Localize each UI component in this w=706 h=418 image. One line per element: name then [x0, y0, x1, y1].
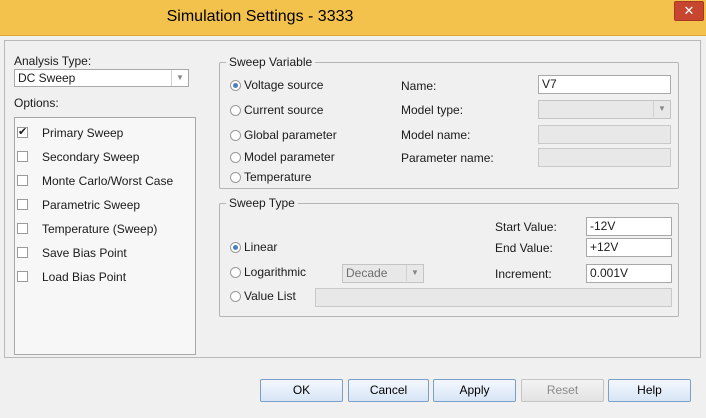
radio-button[interactable] [230, 80, 241, 91]
sweep-type-group: Sweep Type Start Value: -12V Linear End … [219, 196, 679, 317]
radio-button[interactable] [230, 242, 241, 253]
sweep-variable-title: Sweep Variable [226, 55, 316, 69]
option-checkbox[interactable] [17, 151, 28, 162]
option-checkbox[interactable] [17, 247, 28, 258]
option-checkbox[interactable] [17, 199, 28, 210]
model-type-select[interactable]: ▼ [538, 100, 671, 119]
option-checkbox[interactable] [17, 271, 28, 282]
analysis-type-label: Analysis Type: [14, 54, 92, 68]
close-button[interactable]: ✕ [674, 1, 704, 21]
sweep-type-title: Sweep Type [226, 196, 298, 210]
option-secondary-sweep[interactable]: Secondary Sweep [15, 148, 195, 168]
log-scale-select[interactable]: Decade ▼ [342, 264, 424, 283]
analysis-type-value: DC Sweep [18, 71, 76, 85]
radio-button[interactable] [230, 172, 241, 183]
chevron-down-icon[interactable]: ▼ [406, 265, 423, 281]
parameter-name-input[interactable] [538, 148, 671, 167]
option-parametric-sweep[interactable]: Parametric Sweep [15, 196, 195, 216]
options-label: Options: [14, 96, 59, 110]
options-list: ✔ Primary Sweep Secondary Sweep Monte Ca… [14, 117, 196, 355]
apply-button[interactable]: Apply [433, 379, 516, 402]
parameter-name-label: Parameter name: [401, 151, 494, 165]
option-label: Temperature (Sweep) [42, 222, 158, 236]
close-icon: ✕ [683, 3, 695, 18]
sweep-variable-group: Sweep Variable Voltage source Current so… [219, 55, 679, 189]
name-label: Name: [401, 79, 437, 93]
option-label: Load Bias Point [42, 270, 127, 284]
chevron-down-icon[interactable]: ▼ [653, 101, 670, 117]
radio-button[interactable] [230, 152, 241, 163]
radio-label: Model parameter [244, 150, 335, 164]
reset-button[interactable]: Reset [521, 379, 604, 402]
option-label: Primary Sweep [42, 126, 124, 140]
option-checkbox[interactable]: ✔ [17, 127, 28, 138]
option-save-bias-point[interactable]: Save Bias Point [15, 244, 195, 264]
option-temperature-sweep[interactable]: Temperature (Sweep) [15, 220, 195, 240]
model-name-input[interactable] [538, 125, 671, 144]
option-primary-sweep[interactable]: ✔ Primary Sweep [15, 124, 195, 144]
window-title: Simulation Settings - 3333 [166, 8, 354, 25]
help-button[interactable]: Help [608, 379, 691, 402]
option-checkbox[interactable] [17, 223, 28, 234]
start-value-input[interactable]: -12V [586, 217, 672, 236]
radio-label: Global parameter [244, 128, 337, 142]
end-value-label: End Value: [495, 241, 553, 255]
radio-label: Voltage source [244, 78, 324, 92]
model-name-label: Model name: [401, 128, 471, 142]
increment-label: Increment: [495, 267, 552, 281]
name-input[interactable]: V7 [538, 75, 671, 94]
ok-button[interactable]: OK [260, 379, 343, 402]
start-value-label: Start Value: [495, 220, 557, 234]
end-value-input[interactable]: +12V [586, 238, 672, 257]
option-label: Secondary Sweep [42, 150, 140, 164]
radio-button[interactable] [230, 105, 241, 116]
option-checkbox[interactable] [17, 175, 28, 186]
increment-input[interactable]: 0.001V [586, 264, 672, 283]
radio-button[interactable] [230, 130, 241, 141]
cancel-button[interactable]: Cancel [348, 379, 429, 402]
model-type-label: Model type: [401, 103, 464, 117]
radio-label: Current source [244, 103, 324, 117]
dialog-body: Analysis Type: DC Sweep ▼ Options: ✔ Pri… [4, 40, 701, 358]
radio-button[interactable] [230, 267, 241, 278]
log-scale-value: Decade [346, 266, 388, 280]
option-monte-carlo[interactable]: Monte Carlo/Worst Case [15, 172, 195, 192]
option-label: Save Bias Point [42, 246, 127, 260]
radio-label: Value List [244, 289, 296, 303]
radio-label: Temperature [244, 170, 312, 184]
radio-label: Logarithmic [244, 265, 307, 279]
title-bar[interactable]: Simulation Settings - 3333 ✕ [0, 0, 706, 36]
option-load-bias-point[interactable]: Load Bias Point [15, 268, 195, 288]
radio-label: Linear [244, 240, 278, 254]
radio-button[interactable] [230, 291, 241, 302]
analysis-type-select[interactable]: DC Sweep ▼ [14, 69, 189, 87]
value-list-input[interactable] [315, 288, 672, 307]
option-label: Parametric Sweep [42, 198, 141, 212]
option-label: Monte Carlo/Worst Case [42, 174, 174, 188]
chevron-down-icon[interactable]: ▼ [171, 70, 188, 86]
